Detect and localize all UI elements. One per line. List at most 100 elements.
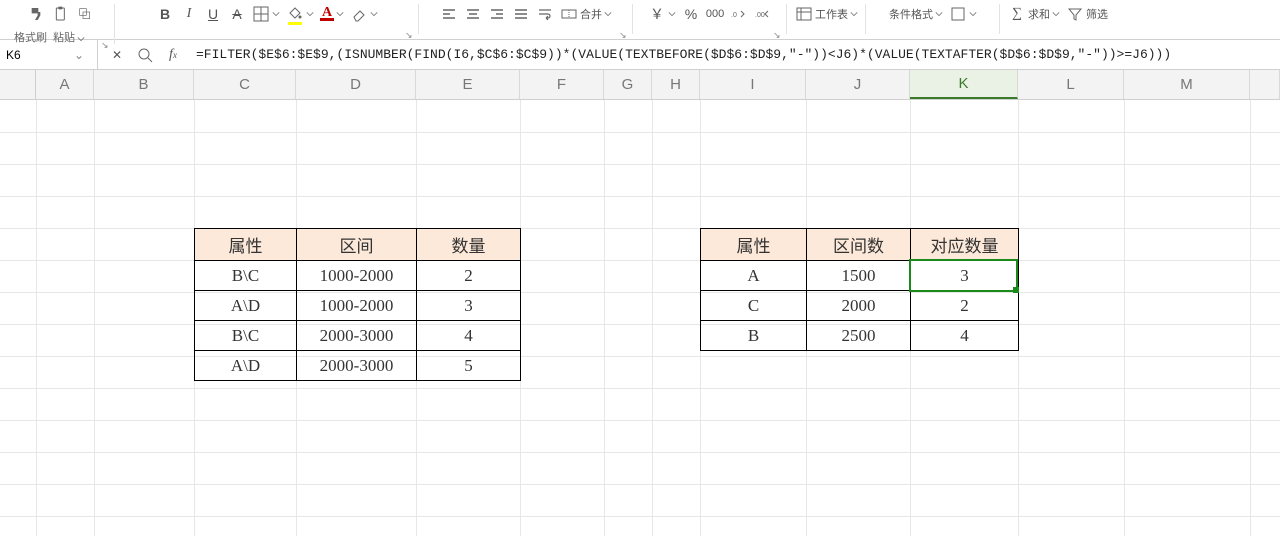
bold-button[interactable]: B	[156, 5, 174, 23]
col-header-E[interactable]: E	[416, 70, 520, 99]
col-header-F[interactable]: F	[520, 70, 604, 99]
t1-r3c1[interactable]: 2000-3000	[297, 351, 417, 381]
t2-r0c2[interactable]: 3	[911, 261, 1019, 291]
clipboard-launcher-icon[interactable]: ↘	[101, 40, 111, 50]
col-header-C[interactable]: C	[194, 70, 296, 99]
paste-icon[interactable]	[52, 5, 70, 23]
t2-r0c1[interactable]: 1500	[807, 261, 911, 291]
t2-r2c1[interactable]: 2500	[807, 321, 911, 351]
table-left: 属性 区间 数量 B\C 1000-2000 2 A\D 1000-2000 3…	[194, 228, 521, 381]
col-header-D[interactable]: D	[296, 70, 416, 99]
t2-r2c0[interactable]: B	[701, 321, 807, 351]
fill-color-button[interactable]	[286, 4, 314, 25]
currency-icon: ￥	[648, 5, 666, 23]
merge-icon	[560, 5, 578, 23]
clear-format-button[interactable]	[350, 5, 378, 23]
col-header-A[interactable]: A	[36, 70, 94, 99]
align-center-button[interactable]	[464, 5, 482, 23]
group-align: 合并 ↘	[421, 2, 631, 40]
thousands-button[interactable]: 000	[706, 5, 724, 23]
t1-r3c2[interactable]: 5	[417, 351, 521, 381]
t1-r0c0[interactable]: B\C	[195, 261, 297, 291]
font-launcher-icon[interactable]: ↘	[405, 30, 415, 40]
percent-button[interactable]: %	[682, 5, 700, 23]
align-left-button[interactable]	[440, 5, 458, 23]
t2-h2[interactable]: 对应数量	[911, 229, 1019, 261]
decrease-decimal-button[interactable]: .00	[754, 5, 772, 23]
currency-button[interactable]: ￥	[648, 5, 676, 23]
t1-r3c0[interactable]: A\D	[195, 351, 297, 381]
merge-label: 合并	[580, 6, 602, 22]
number-launcher-icon[interactable]: ↘	[773, 30, 783, 40]
t1-r1c0[interactable]: A\D	[195, 291, 297, 321]
t1-r1c1[interactable]: 1000-2000	[297, 291, 417, 321]
col-header-N[interactable]	[1250, 70, 1280, 99]
t1-h2[interactable]: 数量	[417, 229, 521, 261]
worksheet-button[interactable]: 工作表	[795, 5, 858, 23]
t1-r2c0[interactable]: B\C	[195, 321, 297, 351]
table-right: 属性 区间数 对应数量 A 1500 3 C 2000 2 B 2500 4	[700, 228, 1019, 351]
t2-r1c0[interactable]: C	[701, 291, 807, 321]
fx-icon[interactable]: fx	[164, 46, 182, 64]
cell-size-button[interactable]	[949, 5, 977, 23]
align-launcher-icon[interactable]: ↘	[619, 30, 629, 40]
align-right-button[interactable]	[488, 5, 506, 23]
sum-label: 求和	[1028, 6, 1050, 22]
col-header-G[interactable]: G	[604, 70, 652, 99]
t1-r0c2[interactable]: 2	[417, 261, 521, 291]
italic-button[interactable]: I	[180, 5, 198, 23]
col-header-L[interactable]: L	[1018, 70, 1124, 99]
zoom-out-icon[interactable]	[136, 46, 154, 64]
group-number: ￥ % 000 .0 .00 ↘	[635, 2, 785, 40]
borders-icon	[252, 5, 270, 23]
col-header-I[interactable]: I	[700, 70, 806, 99]
borders-button[interactable]	[252, 5, 280, 23]
col-header-H[interactable]: H	[652, 70, 700, 99]
format-painter-icon[interactable]	[28, 5, 46, 23]
group-styles: 条件格式	[868, 2, 998, 40]
font-color-button[interactable]: A	[320, 8, 344, 21]
t2-r2c2[interactable]: 4	[911, 321, 1019, 351]
filter-icon	[1066, 5, 1084, 23]
col-header-M[interactable]: M	[1124, 70, 1250, 99]
fill-icon	[286, 4, 304, 22]
underline-button[interactable]: U	[204, 5, 222, 23]
wrap-text-button[interactable]	[536, 5, 554, 23]
cond-format-label: 条件格式	[889, 6, 933, 22]
cell-size-icon	[949, 5, 967, 23]
filter-label: 筛选	[1086, 6, 1108, 22]
sum-button[interactable]: ∑ 求和	[1008, 5, 1060, 23]
strikethrough-button[interactable]: A	[228, 5, 246, 23]
grid-area[interactable]: 属性 区间 数量 B\C 1000-2000 2 A\D 1000-2000 3…	[0, 100, 1280, 536]
copy-format-icon[interactable]	[76, 5, 94, 23]
cond-format-button[interactable]: 条件格式	[889, 6, 943, 22]
t1-r0c1[interactable]: 1000-2000	[297, 261, 417, 291]
paste-label[interactable]: 粘贴	[53, 32, 85, 45]
t2-h1[interactable]: 区间数	[807, 229, 911, 261]
col-header-J[interactable]: J	[806, 70, 910, 99]
t1-r1c2[interactable]: 3	[417, 291, 521, 321]
t2-r0c0[interactable]: A	[701, 261, 807, 291]
t1-r2c2[interactable]: 4	[417, 321, 521, 351]
font-color-icon: A	[322, 8, 332, 18]
format-painter-label: 格式刷	[14, 32, 47, 45]
grid-background	[0, 100, 1280, 536]
filter-button[interactable]: 筛选	[1066, 5, 1108, 23]
t2-r1c1[interactable]: 2000	[807, 291, 911, 321]
col-header-B[interactable]: B	[94, 70, 194, 99]
t1-h1[interactable]: 区间	[297, 229, 417, 261]
formula-bar-row: ⌄ ✕ fx	[0, 40, 1280, 70]
increase-decimal-button[interactable]: .0	[730, 5, 748, 23]
col-header-K[interactable]: K	[910, 70, 1018, 99]
t2-r1c2[interactable]: 2	[911, 291, 1019, 321]
t1-r2c1[interactable]: 2000-3000	[297, 321, 417, 351]
select-all-corner[interactable]	[0, 70, 36, 99]
t1-h0[interactable]: 属性	[195, 229, 297, 261]
t2-h0[interactable]: 属性	[701, 229, 807, 261]
formula-input[interactable]	[192, 46, 1280, 63]
column-headers: A B C D E F G H I J K L M	[0, 70, 1280, 100]
worksheet-label: 工作表	[815, 6, 848, 22]
merge-button[interactable]: 合并	[560, 5, 612, 23]
worksheet-icon	[795, 5, 813, 23]
align-justify-button[interactable]	[512, 5, 530, 23]
